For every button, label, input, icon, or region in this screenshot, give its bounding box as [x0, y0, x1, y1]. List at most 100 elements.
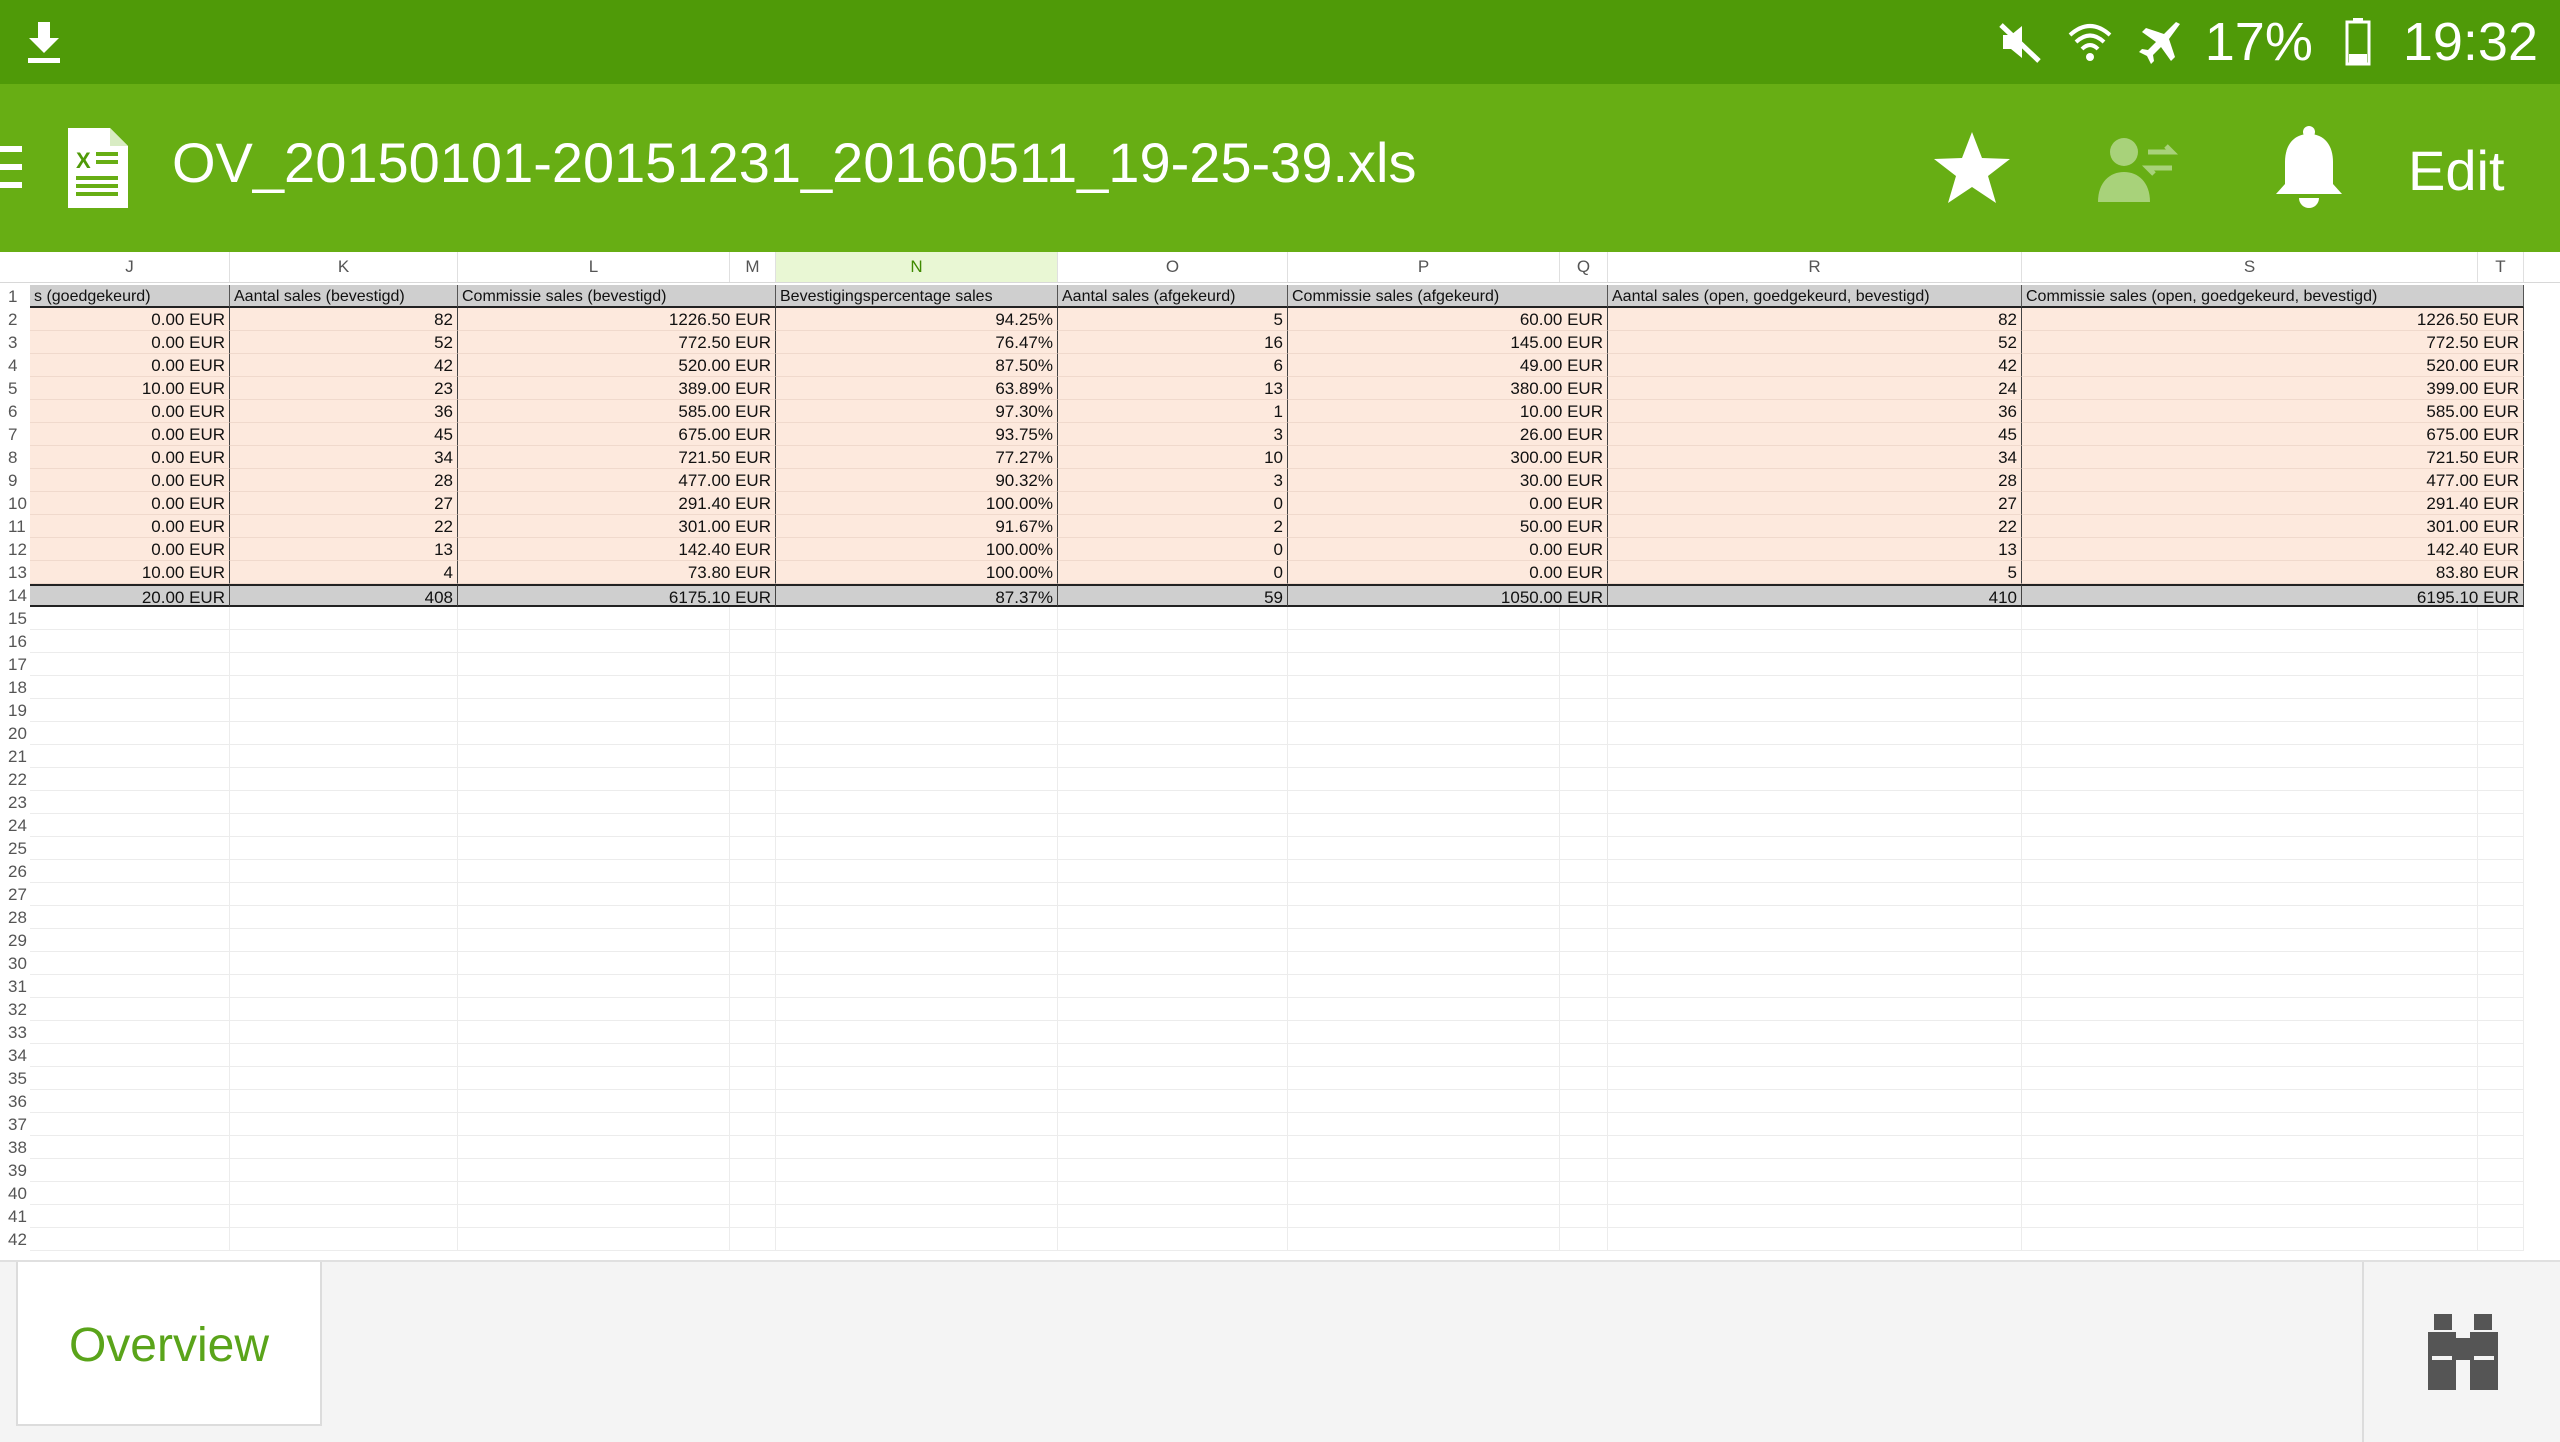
row-number[interactable]: 10 — [0, 492, 30, 515]
table-cell[interactable] — [1058, 1044, 1288, 1067]
table-cell[interactable] — [1560, 883, 1608, 906]
table-cell[interactable]: 10 — [1058, 446, 1288, 469]
share-user-icon[interactable] — [2096, 132, 2180, 204]
table-cell[interactable]: 0.00 EUR — [30, 492, 230, 515]
column-header-m[interactable]: M — [730, 252, 776, 282]
table-cell[interactable] — [230, 929, 458, 952]
table-cell[interactable]: 91.67% — [776, 515, 1058, 538]
table-cell[interactable] — [1058, 607, 1288, 630]
table-cell[interactable] — [458, 699, 730, 722]
table-cell[interactable] — [730, 768, 776, 791]
table-cell[interactable]: 50.00 EUR — [1288, 515, 1608, 538]
table-cell[interactable] — [2022, 630, 2478, 653]
table-cell[interactable] — [2022, 1113, 2478, 1136]
table-cell[interactable] — [30, 722, 230, 745]
table-cell[interactable] — [1058, 699, 1288, 722]
table-cell[interactable] — [776, 814, 1058, 837]
table-cell[interactable]: 100.00% — [776, 492, 1058, 515]
table-cell[interactable]: 27 — [1608, 492, 2022, 515]
table-cell[interactable] — [458, 745, 730, 768]
row-number[interactable]: 6 — [0, 400, 30, 423]
table-cell[interactable] — [1560, 906, 1608, 929]
table-cell[interactable] — [730, 883, 776, 906]
table-cell[interactable] — [30, 952, 230, 975]
row-number[interactable]: 36 — [0, 1090, 30, 1113]
table-cell[interactable]: 45 — [1608, 423, 2022, 446]
table-cell[interactable]: 1226.50 EUR — [2022, 308, 2524, 331]
column-header-n[interactable]: N — [776, 252, 1058, 282]
table-cell[interactable] — [1608, 814, 2022, 837]
table-cell[interactable] — [2022, 653, 2478, 676]
table-cell[interactable] — [1608, 1182, 2022, 1205]
row-number[interactable]: 28 — [0, 906, 30, 929]
table-cell[interactable]: s (goedgekeurd) — [30, 285, 230, 308]
table-cell[interactable] — [1288, 722, 1560, 745]
row-number[interactable]: 16 — [0, 630, 30, 653]
table-cell[interactable] — [230, 1136, 458, 1159]
table-cell[interactable]: 28 — [1608, 469, 2022, 492]
table-cell[interactable] — [2478, 1113, 2524, 1136]
table-cell[interactable] — [776, 1182, 1058, 1205]
table-cell[interactable] — [30, 630, 230, 653]
table-cell[interactable] — [1288, 791, 1560, 814]
table-cell[interactable]: Commissie sales (open, goedgekeurd, beve… — [2022, 285, 2524, 308]
table-cell[interactable]: 585.00 EUR — [458, 400, 776, 423]
table-cell[interactable] — [1288, 814, 1560, 837]
table-cell[interactable] — [2478, 952, 2524, 975]
table-cell[interactable] — [776, 768, 1058, 791]
table-cell[interactable] — [2478, 837, 2524, 860]
row-number[interactable]: 17 — [0, 653, 30, 676]
table-cell[interactable]: 10.00 EUR — [30, 561, 230, 584]
table-cell[interactable] — [2478, 1067, 2524, 1090]
table-cell[interactable] — [1560, 1182, 1608, 1205]
table-cell[interactable] — [458, 952, 730, 975]
table-cell[interactable] — [30, 1159, 230, 1182]
table-cell[interactable] — [776, 1044, 1058, 1067]
column-header-j[interactable]: J — [30, 252, 230, 282]
table-cell[interactable]: 60.00 EUR — [1288, 308, 1608, 331]
table-cell[interactable] — [458, 1067, 730, 1090]
table-cell[interactable] — [1058, 1182, 1288, 1205]
table-cell[interactable] — [2478, 722, 2524, 745]
table-cell[interactable] — [776, 699, 1058, 722]
table-cell[interactable] — [230, 1205, 458, 1228]
table-cell[interactable] — [230, 814, 458, 837]
row-number[interactable]: 1 — [0, 285, 30, 308]
table-cell[interactable] — [730, 607, 776, 630]
table-cell[interactable] — [1288, 699, 1560, 722]
table-cell[interactable] — [1288, 837, 1560, 860]
row-number[interactable]: 42 — [0, 1228, 30, 1251]
table-cell[interactable] — [776, 929, 1058, 952]
table-cell[interactable] — [1288, 676, 1560, 699]
table-cell[interactable]: Commissie sales (afgekeurd) — [1288, 285, 1608, 308]
table-cell[interactable] — [1058, 630, 1288, 653]
table-cell[interactable] — [30, 837, 230, 860]
table-cell[interactable] — [1560, 998, 1608, 1021]
table-cell[interactable] — [1608, 975, 2022, 998]
table-cell[interactable] — [2022, 791, 2478, 814]
table-cell[interactable] — [2478, 883, 2524, 906]
table-cell[interactable] — [30, 768, 230, 791]
table-cell[interactable] — [730, 1159, 776, 1182]
table-cell[interactable] — [2478, 791, 2524, 814]
table-cell[interactable] — [2478, 745, 2524, 768]
table-cell[interactable] — [1608, 837, 2022, 860]
table-cell[interactable] — [458, 883, 730, 906]
table-cell[interactable]: 42 — [230, 354, 458, 377]
table-cell[interactable] — [2478, 1044, 2524, 1067]
table-cell[interactable] — [458, 929, 730, 952]
table-cell[interactable] — [776, 883, 1058, 906]
table-cell[interactable]: 291.40 EUR — [458, 492, 776, 515]
table-cell[interactable] — [730, 1228, 776, 1251]
table-cell[interactable] — [1560, 676, 1608, 699]
table-cell[interactable]: 82 — [230, 308, 458, 331]
table-cell[interactable] — [1560, 1136, 1608, 1159]
table-cell[interactable]: 291.40 EUR — [2022, 492, 2524, 515]
column-header-k[interactable]: K — [230, 252, 458, 282]
row-number[interactable]: 30 — [0, 952, 30, 975]
table-cell[interactable]: 5 — [1058, 308, 1288, 331]
table-cell[interactable] — [1560, 952, 1608, 975]
row-number[interactable]: 20 — [0, 722, 30, 745]
table-cell[interactable] — [230, 1021, 458, 1044]
table-cell[interactable] — [1058, 653, 1288, 676]
